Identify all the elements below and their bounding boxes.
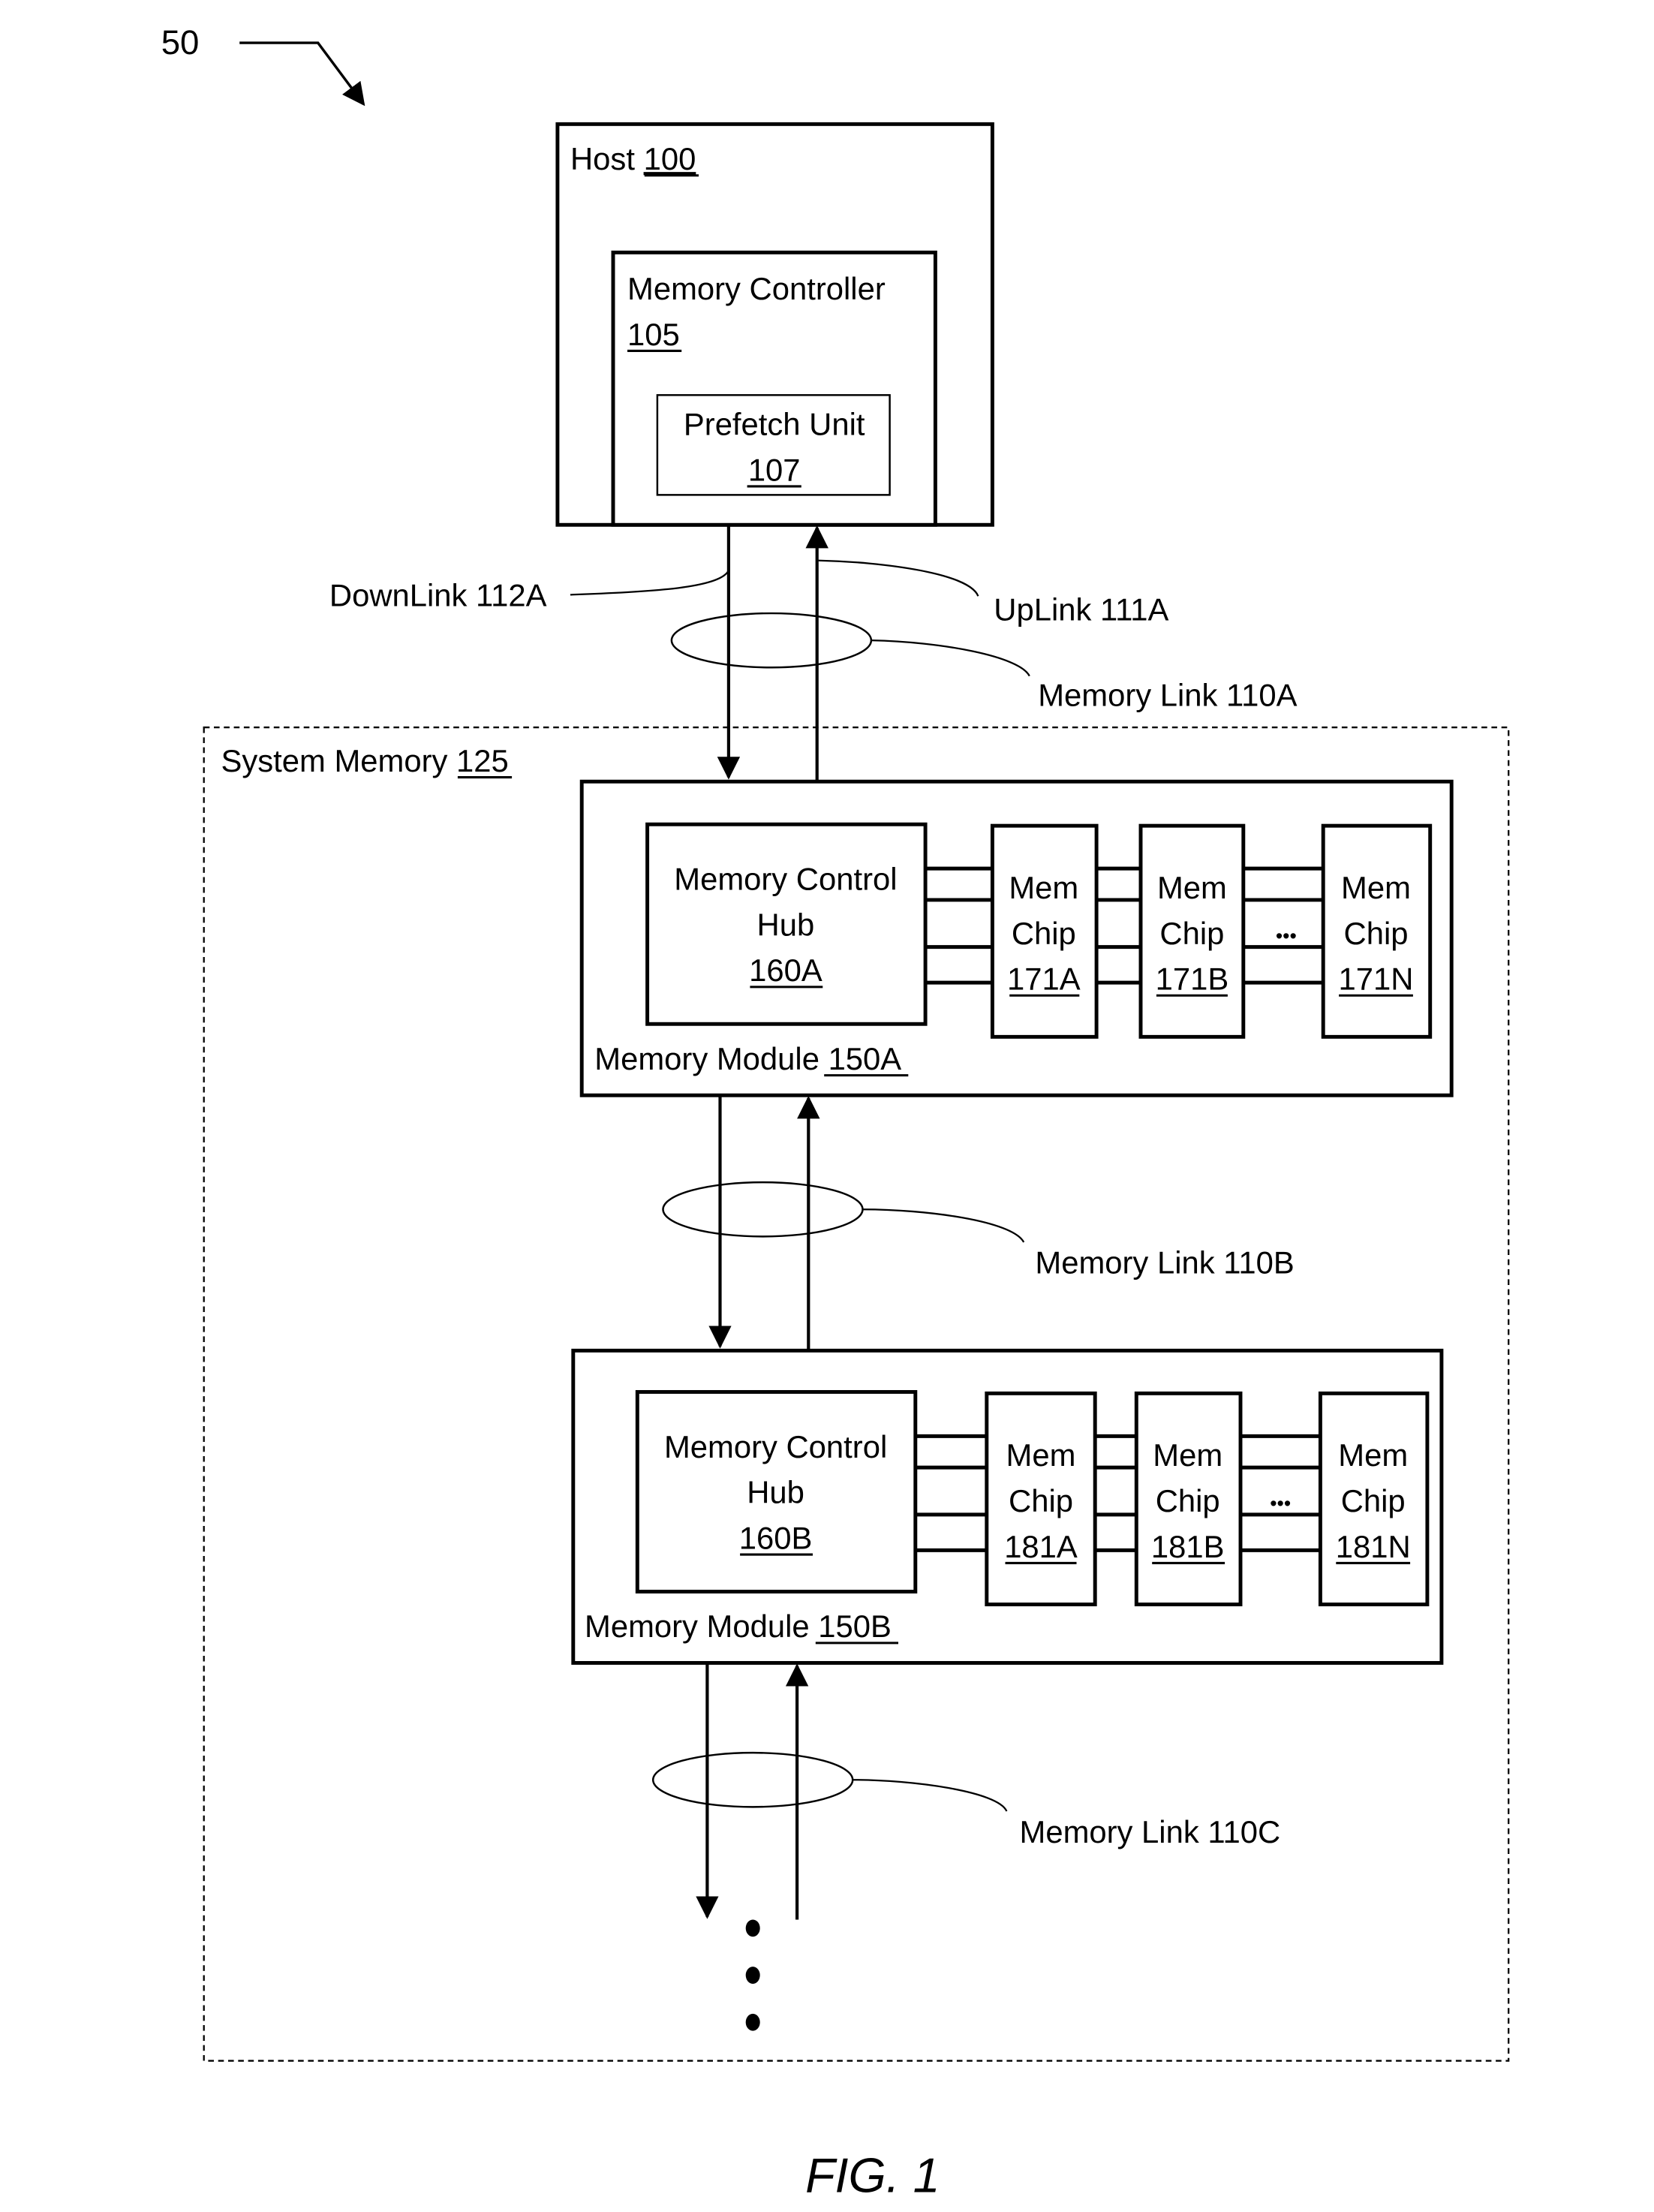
continuation-ellipsis-icon	[745, 1919, 760, 2031]
mem-chip: Mem Chip 171A	[990, 823, 1099, 1039]
memory-link-110b-label: Memory Link 110B	[1035, 1245, 1294, 1281]
memory-link-110a-ellipse	[670, 612, 873, 669]
memory-module-label: Memory Module 150B	[585, 1609, 892, 1644]
svg-text:Mem: Mem	[1338, 1437, 1408, 1473]
svg-text:Chip: Chip	[1156, 1483, 1220, 1518]
uplink-leader	[818, 559, 979, 597]
memory-module-150a: Memory Module 150A Memory Control Hub 16…	[579, 779, 1454, 1097]
hub-label-line2: Hub	[747, 1475, 804, 1510]
svg-text:181A: 181A	[1004, 1529, 1078, 1564]
svg-text:181B: 181B	[1151, 1529, 1225, 1564]
prefetch-unit-number: 107	[748, 452, 801, 487]
hub-number: 160A	[749, 953, 822, 988]
svg-text:Mem: Mem	[1009, 870, 1078, 905]
svg-text:Mem: Mem	[1006, 1437, 1076, 1473]
memory-link-110b-ellipse	[662, 1181, 864, 1238]
svg-text:Chip: Chip	[1341, 1483, 1406, 1518]
memory-link-110b-leader	[862, 1208, 1025, 1243]
svg-text:Mem: Mem	[1157, 870, 1227, 905]
svg-text:Mem: Mem	[1153, 1437, 1222, 1473]
figure-reference-number: 50	[161, 23, 200, 62]
svg-text:171A: 171A	[1007, 962, 1081, 997]
chip-ellipsis: •••	[1270, 1492, 1291, 1515]
svg-text:171N: 171N	[1339, 962, 1414, 997]
prefetch-unit-label: Prefetch Unit	[684, 407, 865, 442]
hub-label-line1: Memory Control	[674, 862, 897, 897]
memory-link-110c: Memory Link 110C	[651, 1663, 1281, 1920]
hub-label-line1: Memory Control	[664, 1429, 887, 1464]
memory-link-110c-leader	[853, 1779, 1008, 1812]
mem-chip: Mem Chip 181N	[1318, 1391, 1430, 1607]
diagram-canvas: 50 Host 100 Memory Controller 105 Prefet…	[161, 23, 1510, 2202]
mem-chip: Mem Chip 171B	[1138, 823, 1246, 1039]
figure-caption: FIG. 1	[805, 2148, 940, 2202]
mem-chip: Mem Chip 181B	[1134, 1391, 1243, 1607]
memory-link-110a-label: Memory Link 110A	[1038, 678, 1297, 713]
host-label: Host 100	[570, 141, 696, 176]
memory-controller-number: 105	[627, 317, 680, 352]
svg-text:Chip: Chip	[1344, 916, 1409, 951]
memory-link-110c-ellipse	[651, 1751, 854, 1808]
system-memory-label: System Memory 125	[221, 743, 509, 778]
mem-chip: Mem Chip 171N	[1321, 823, 1433, 1039]
svg-text:181N: 181N	[1336, 1529, 1411, 1564]
memory-link-110c-label: Memory Link 110C	[1020, 1814, 1281, 1849]
svg-text:Mem: Mem	[1341, 870, 1411, 905]
svg-text:171B: 171B	[1156, 962, 1229, 997]
memory-link-110b: Memory Link 110B	[662, 1095, 1295, 1350]
mem-chip: Mem Chip 181A	[985, 1391, 1097, 1607]
memory-module-150b: Memory Module 150B Memory Control Hub 16…	[571, 1348, 1444, 1665]
downlink-label: DownLink 112A	[329, 578, 547, 613]
prefetch-unit-block: Prefetch Unit 107	[656, 394, 891, 496]
svg-text:Chip: Chip	[1009, 1483, 1073, 1518]
hub-number: 160B	[739, 1520, 813, 1555]
memory-link-110a-leader	[871, 640, 1030, 677]
memory-module-label: Memory Module 150A	[594, 1041, 901, 1076]
downlink-leader	[570, 570, 729, 596]
hub-label-line2: Hub	[757, 907, 815, 942]
memory-controller-block: Memory Controller 105 Prefetch Unit 107	[611, 250, 937, 527]
memory-link-110a: DownLink 112A UpLink 111A Memory Link 11…	[329, 525, 1298, 781]
uplink-label: UpLink 111A	[994, 592, 1168, 627]
svg-text:Chip: Chip	[1012, 916, 1076, 951]
figure-reference: 50	[161, 23, 365, 107]
svg-text:Chip: Chip	[1159, 916, 1224, 951]
host-block: Host 100 Memory Controller 105 Prefetch …	[555, 122, 994, 527]
figure-reference-arrow-icon	[239, 41, 365, 107]
memory-controller-label: Memory Controller	[627, 271, 886, 306]
chip-ellipsis: •••	[1276, 925, 1297, 947]
